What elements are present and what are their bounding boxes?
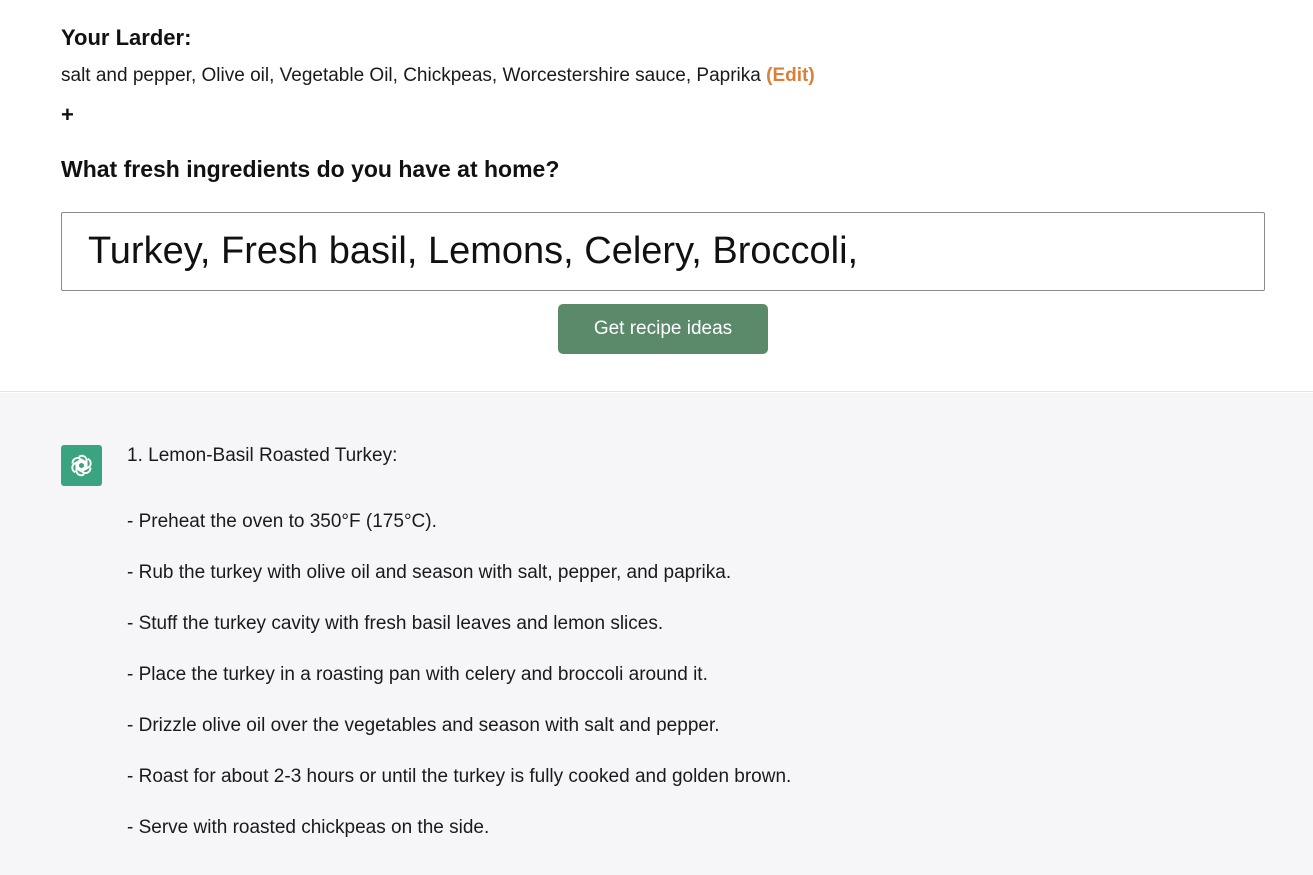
larder-title: Your Larder:	[61, 25, 192, 50]
larder-items-text: salt and pepper, Olive oil, Vegetable Oi…	[61, 65, 761, 86]
openai-logo-icon	[71, 454, 92, 477]
recipe-step: - Stuff the turkey cavity with fresh bas…	[127, 613, 664, 634]
recipe-response-section: 1. Lemon-Basil Roasted Turkey: - Preheat…	[0, 393, 1313, 875]
add-larder-item-button[interactable]: +	[61, 102, 74, 128]
recipe-step: - Serve with roasted chickpeas on the si…	[127, 817, 490, 838]
recipe-step: - Drizzle olive oil over the vegetables …	[127, 715, 720, 736]
larder-items: salt and pepper, Olive oil, Vegetable Oi…	[61, 65, 815, 87]
assistant-avatar	[61, 445, 102, 486]
ingredients-form-section: Your Larder: salt and pepper, Olive oil,…	[0, 0, 1313, 392]
recipe-step: - Roast for about 2-3 hours or until the…	[127, 766, 792, 787]
get-recipe-ideas-button[interactable]: Get recipe ideas	[558, 304, 768, 354]
recipe-step: - Rub the turkey with olive oil and seas…	[127, 562, 732, 583]
recipe-step: - Place the turkey in a roasting pan wit…	[127, 664, 708, 685]
fresh-ingredients-input[interactable]	[61, 212, 1265, 291]
larder-edit-link[interactable]: (Edit)	[766, 65, 815, 86]
recipe-step: - Preheat the oven to 350°F (175°C).	[127, 511, 437, 532]
recipe-heading: 1. Lemon-Basil Roasted Turkey:	[127, 445, 398, 466]
recipe-steps-list: - Preheat the oven to 350°F (175°C). - R…	[127, 511, 791, 868]
fresh-ingredients-question: What fresh ingredients do you have at ho…	[61, 156, 560, 182]
